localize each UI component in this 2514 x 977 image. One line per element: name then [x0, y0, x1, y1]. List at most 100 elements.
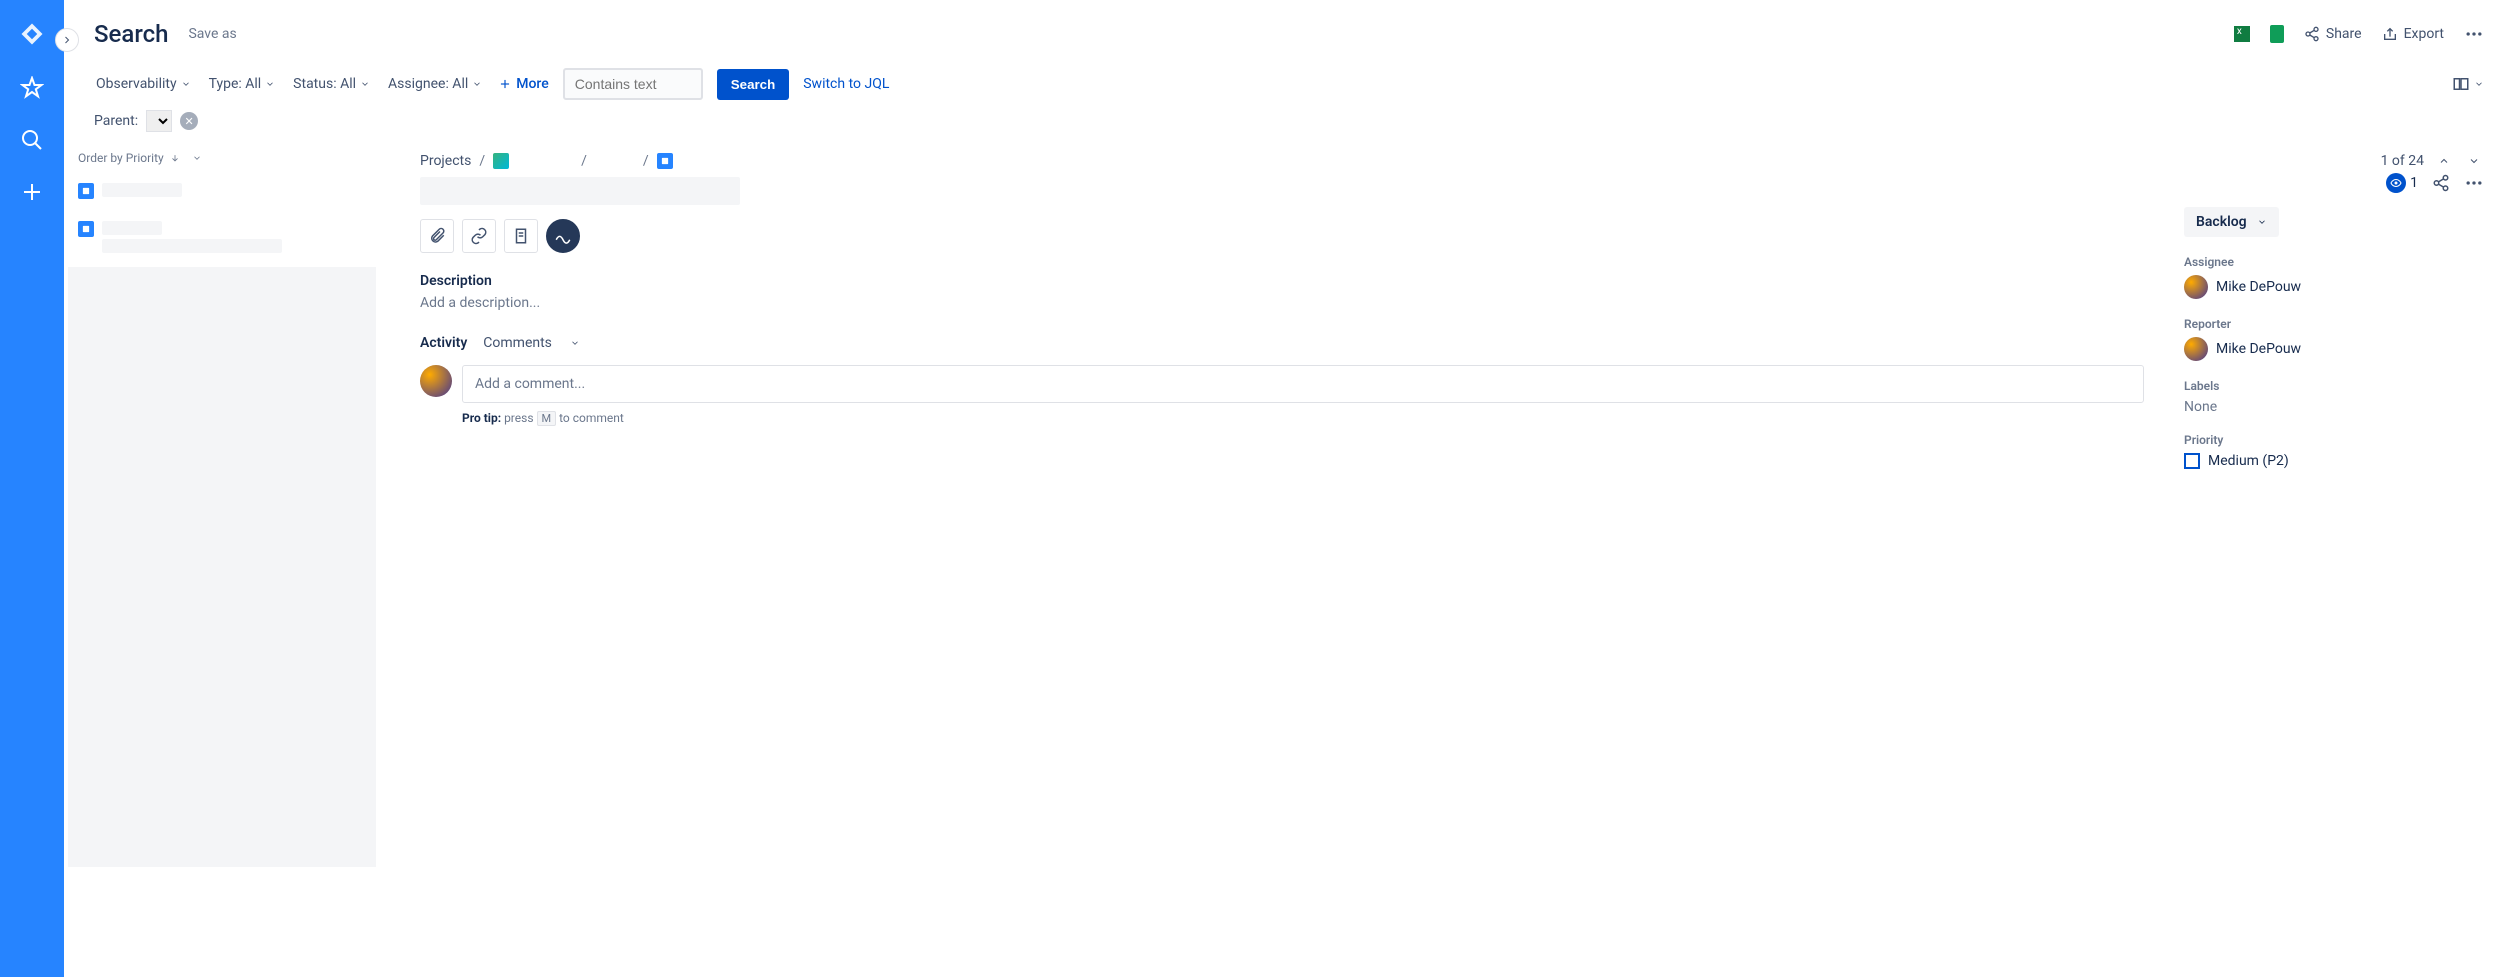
- page-header: Search Save as Share Export: [64, 0, 2514, 58]
- project-icon: [493, 153, 509, 169]
- star-icon[interactable]: [20, 76, 44, 100]
- share-label: Share: [2326, 26, 2362, 42]
- description-field[interactable]: Add a description...: [420, 295, 2144, 311]
- breadcrumb-separator: /: [581, 153, 587, 169]
- search-text-input[interactable]: [563, 68, 703, 100]
- status-dropdown[interactable]: Backlog: [2184, 207, 2279, 237]
- issue-list-body[interactable]: [64, 173, 384, 977]
- status-filter[interactable]: Status: All: [291, 72, 372, 96]
- issue-list-item[interactable]: [64, 173, 384, 211]
- priority-value: Medium (P2): [2208, 453, 2289, 469]
- project-filter-label: Observability: [96, 76, 177, 92]
- search-icon[interactable]: [20, 128, 44, 152]
- export-label: Export: [2404, 26, 2444, 42]
- reporter-field-label: Reporter: [2184, 317, 2484, 331]
- pager-next[interactable]: [2464, 153, 2484, 169]
- pro-tip-rest: to comment: [559, 411, 624, 425]
- page-title: Search: [94, 20, 168, 48]
- breadcrumb-issue[interactable]: [657, 153, 737, 169]
- chevron-down-icon: [2474, 79, 2484, 89]
- assignee-filter-label: Assignee: All: [388, 76, 468, 92]
- labels-field-label: Labels: [2184, 379, 2484, 393]
- header-actions: Share Export: [2234, 24, 2484, 44]
- priority-medium-icon: [2184, 453, 2200, 469]
- issue-title[interactable]: [420, 177, 740, 205]
- export-button[interactable]: Export: [2382, 26, 2444, 42]
- issue-header-actions: 1: [2184, 173, 2484, 193]
- save-as-link[interactable]: Save as: [188, 26, 236, 42]
- comment-input[interactable]: Add a comment...: [462, 365, 2144, 403]
- breadcrumb-parent[interactable]: [595, 154, 635, 168]
- project-filter[interactable]: Observability: [94, 72, 193, 96]
- pro-tip-press: press: [504, 411, 533, 425]
- type-filter-label: Type: All: [209, 76, 262, 92]
- layout-toggle[interactable]: [2452, 75, 2484, 93]
- issue-detail-main: Projects / / /: [420, 153, 2144, 947]
- filter-bar-row2: Parent: ✕: [64, 110, 2514, 142]
- chevron-down-icon: [472, 79, 482, 89]
- meatballs-icon: [2464, 24, 2484, 44]
- share-button[interactable]: Share: [2304, 26, 2362, 42]
- chevron-down-icon: [2257, 217, 2267, 227]
- attach-button[interactable]: [420, 219, 454, 253]
- issue-list-filler: [68, 267, 376, 867]
- panel-splitter[interactable]: [384, 143, 390, 977]
- issue-list-item[interactable]: [64, 211, 384, 263]
- breadcrumb-projects[interactable]: Projects: [420, 153, 471, 169]
- create-icon[interactable]: [20, 180, 44, 204]
- watch-button[interactable]: 1: [2386, 173, 2418, 193]
- activity-tab-select[interactable]: Comments: [483, 335, 580, 351]
- comment-composer: Add a comment...: [420, 365, 2144, 403]
- chevron-down-icon: [2468, 155, 2480, 167]
- issue-pager: 1 of 24: [2184, 153, 2484, 169]
- type-filter[interactable]: Type: All: [207, 72, 278, 96]
- labels-field[interactable]: Labels None: [2184, 379, 2484, 415]
- parent-filter-select[interactable]: [146, 110, 172, 132]
- more-filters-label: More: [516, 76, 549, 92]
- pro-tip-label: Pro tip:: [462, 411, 501, 425]
- priority-field-label: Priority: [2184, 433, 2484, 447]
- issue-more-actions[interactable]: [2464, 173, 2484, 193]
- meatballs-icon: [2464, 173, 2484, 193]
- app-action-button[interactable]: [546, 219, 580, 253]
- share-issue-button[interactable]: [2432, 174, 2450, 192]
- pro-tip-key: M: [537, 411, 557, 426]
- assignee-field-label: Assignee: [2184, 255, 2484, 269]
- issue-list-sort[interactable]: Order by Priority: [64, 143, 384, 173]
- reporter-avatar: [2184, 337, 2208, 361]
- breadcrumb-project[interactable]: [493, 153, 573, 169]
- priority-field[interactable]: Priority Medium (P2): [2184, 433, 2484, 469]
- more-actions-button[interactable]: [2464, 24, 2484, 44]
- assignee-field[interactable]: Assignee Mike DePouw: [2184, 255, 2484, 299]
- filter-bar: Observability Type: All Status: All Assi…: [64, 58, 2514, 110]
- breadcrumb-separator: /: [643, 153, 649, 169]
- pager-prev[interactable]: [2434, 153, 2454, 169]
- status-label: Backlog: [2196, 214, 2247, 230]
- watch-icon: [2386, 173, 2406, 193]
- page-button[interactable]: [504, 219, 538, 253]
- assignee-value: Mike DePouw: [2216, 279, 2301, 295]
- more-filters-button[interactable]: More: [498, 76, 549, 92]
- reporter-field[interactable]: Reporter Mike DePouw: [2184, 317, 2484, 361]
- search-button[interactable]: Search: [717, 69, 789, 100]
- description-heading: Description: [420, 273, 2144, 289]
- clear-parent-filter[interactable]: ✕: [180, 112, 198, 130]
- page-icon: [512, 227, 530, 245]
- assignee-avatar: [2184, 275, 2208, 299]
- activity-heading: Activity: [420, 335, 467, 351]
- link-icon: [470, 227, 488, 245]
- share-icon: [2432, 174, 2450, 192]
- issue-list-panel: Order by Priority: [64, 143, 384, 977]
- chevron-down-icon: [360, 79, 370, 89]
- assignee-filter[interactable]: Assignee: All: [386, 72, 484, 96]
- expand-sidebar-button[interactable]: [55, 28, 79, 52]
- issue-detail-panel: Projects / / /: [390, 143, 2514, 977]
- link-button[interactable]: [462, 219, 496, 253]
- export-excel-button[interactable]: [2234, 26, 2250, 42]
- parent-filter-label: Parent:: [94, 113, 138, 129]
- content-split: Order by Priority: [64, 142, 2514, 977]
- switch-to-jql-link[interactable]: Switch to JQL: [803, 76, 889, 92]
- jira-logo-icon[interactable]: [18, 20, 46, 48]
- chevron-down-icon: [570, 338, 580, 348]
- export-sheets-button[interactable]: [2270, 25, 2284, 43]
